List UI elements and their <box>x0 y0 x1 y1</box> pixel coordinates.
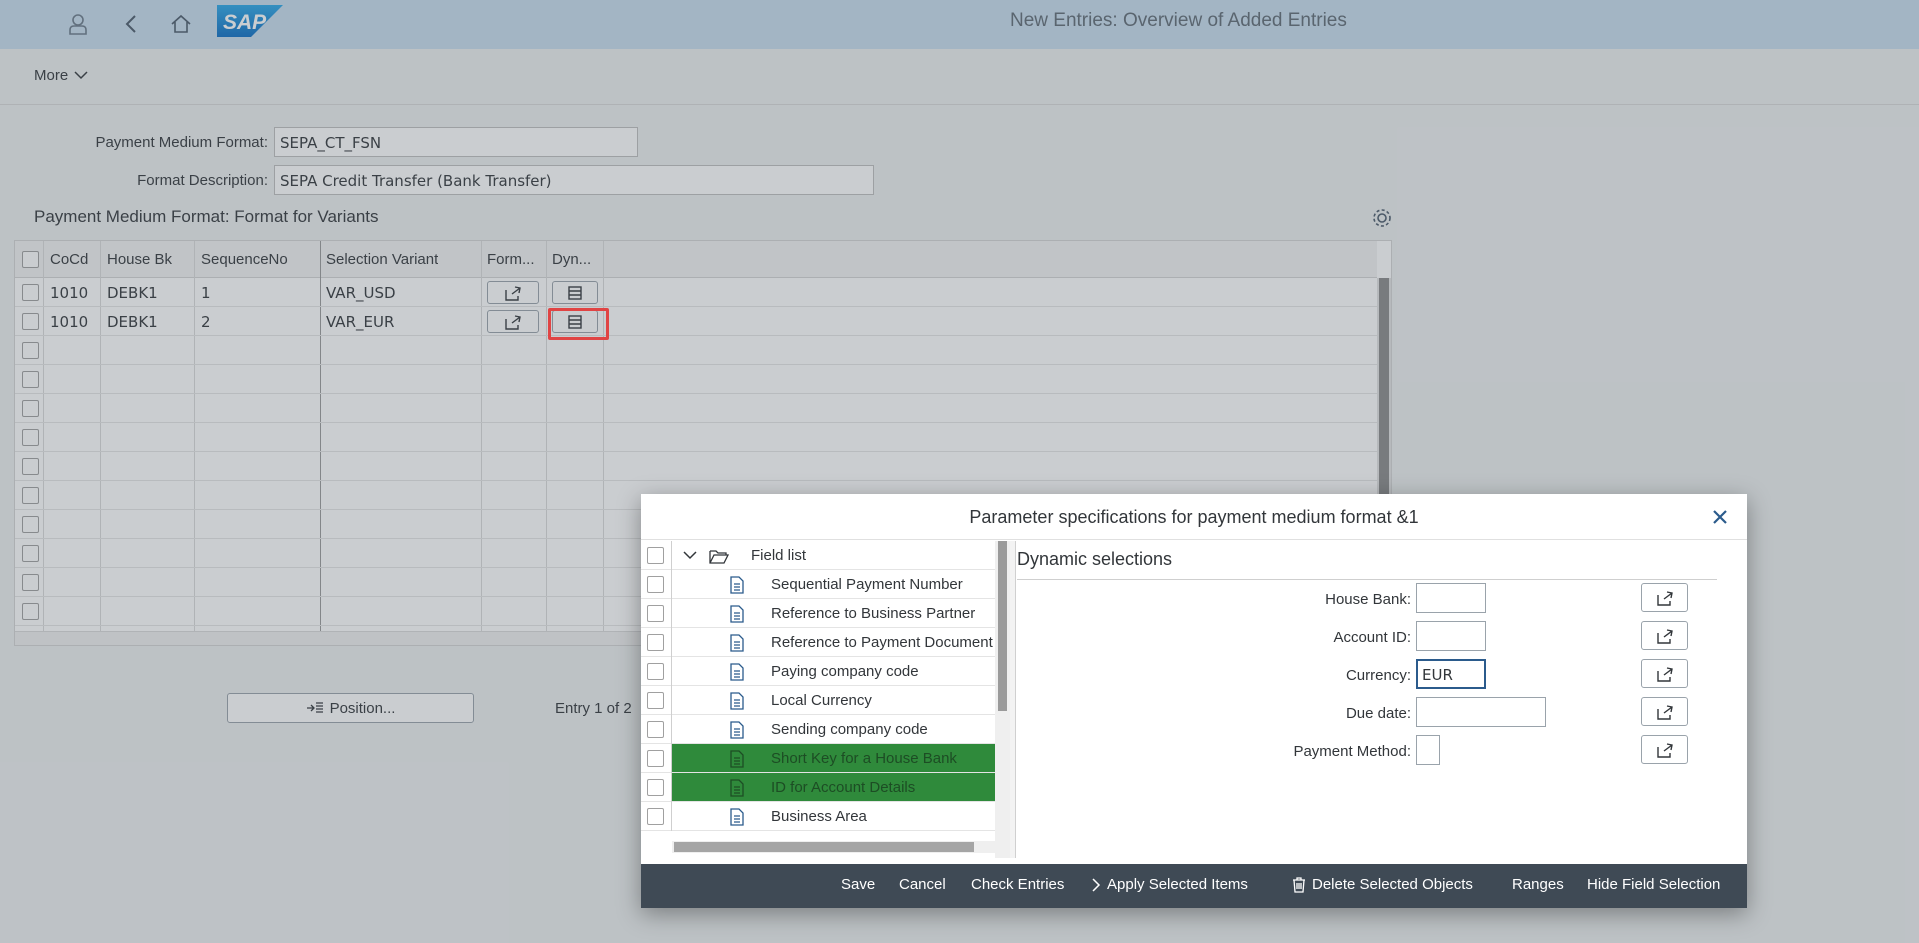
tree-checkbox[interactable] <box>647 663 664 680</box>
tree-item-label: Reference to Payment Document <box>771 634 993 651</box>
folder-open-icon <box>709 550 729 564</box>
currency-label: Currency: <box>1345 667 1411 684</box>
tree-root[interactable]: Field list <box>641 541 995 570</box>
tree-divider <box>671 628 672 657</box>
multiple-selection-button[interactable] <box>1641 735 1688 764</box>
multiple-selection-button[interactable] <box>1641 697 1688 726</box>
delete-label: Delete Selected Objects <box>1312 876 1473 893</box>
highlight-box <box>548 308 609 340</box>
field-tree: Field list Sequential Payment Number Ref… <box>641 541 1010 858</box>
tree-divider <box>671 715 672 744</box>
tree-divider <box>671 541 672 570</box>
document-icon <box>730 808 744 826</box>
delete-selected-button[interactable]: Delete Selected Objects <box>1292 876 1473 893</box>
tree-checkbox[interactable] <box>647 605 664 622</box>
hide-field-selection-button[interactable]: Hide Field Selection <box>1587 876 1720 893</box>
parameter-dialog: Parameter specifications for payment med… <box>641 494 1747 908</box>
tree-root-label: Field list <box>751 547 807 564</box>
multiple-selection-icon <box>1656 742 1673 758</box>
document-icon <box>730 721 744 739</box>
tree-vertical-scrollbar[interactable] <box>995 541 1010 858</box>
house-bank-input[interactable] <box>1416 583 1486 613</box>
document-icon <box>730 692 744 710</box>
tree-item-label: Sequential Payment Number <box>771 576 963 593</box>
tree-horizontal-scrollbar[interactable] <box>672 841 995 853</box>
save-button[interactable]: Save <box>841 876 875 893</box>
currency-input[interactable]: EUR <box>1416 659 1486 689</box>
tree-checkbox[interactable] <box>647 808 664 825</box>
document-icon <box>730 663 744 681</box>
tree-checkbox[interactable] <box>647 547 664 564</box>
pane-splitter[interactable] <box>1010 541 1016 858</box>
multiple-selection-button[interactable] <box>1641 583 1688 612</box>
multiple-selection-icon <box>1656 628 1673 644</box>
multiple-selection-button[interactable] <box>1641 621 1688 650</box>
check-label: Check Entries <box>971 876 1065 893</box>
tree-item-label: Paying company code <box>771 663 919 680</box>
tree-checkbox[interactable] <box>647 576 664 593</box>
due-date-label: Due date: <box>1345 705 1411 722</box>
multiple-selection-icon <box>1656 666 1673 682</box>
hide-label: Hide Field Selection <box>1587 876 1721 893</box>
chevron-right-icon <box>1092 877 1101 892</box>
dynamic-selections-title: Dynamic selections <box>1017 549 1173 569</box>
check-entries-button[interactable]: Check Entries <box>971 876 1064 893</box>
trash-icon <box>1293 876 1305 893</box>
tree-checkbox[interactable] <box>647 634 664 651</box>
cancel-label: Cancel <box>899 876 946 893</box>
scroll-thumb[interactable] <box>674 842 974 852</box>
document-icon <box>730 634 744 652</box>
tree-divider <box>671 570 672 599</box>
scroll-thumb[interactable] <box>998 541 1007 711</box>
close-icon[interactable] <box>1709 506 1731 528</box>
ranges-button[interactable]: Ranges <box>1512 876 1564 893</box>
tree-item-label: Sending company code <box>771 721 928 738</box>
multiple-selection-icon <box>1656 704 1673 720</box>
tree-item-selected[interactable]: Short Key for a House Bank <box>641 744 995 773</box>
tree-item[interactable]: Reference to Payment Document <box>641 628 995 657</box>
chevron-down-icon[interactable] <box>683 551 697 560</box>
tree-checkbox[interactable] <box>647 779 664 796</box>
apply-selected-button[interactable]: Apply Selected Items <box>1092 876 1248 893</box>
tree-divider <box>671 686 672 715</box>
cancel-button[interactable]: Cancel <box>899 876 946 893</box>
divider <box>1017 579 1717 580</box>
apply-label: Apply Selected Items <box>1107 876 1248 893</box>
tree-divider <box>671 599 672 628</box>
document-icon <box>730 779 744 797</box>
tree-item[interactable]: Business Area <box>641 802 995 831</box>
multiple-selection-button[interactable] <box>1641 659 1688 688</box>
house-bank-label: House Bank: <box>1325 591 1411 608</box>
tree-item-label: ID for Account Details <box>771 779 916 796</box>
document-icon <box>730 605 744 623</box>
tree-item[interactable]: Local Currency <box>641 686 995 715</box>
account-id-input[interactable] <box>1416 621 1486 651</box>
tree-item[interactable]: Sequential Payment Number <box>641 570 995 599</box>
dialog-footer: Save Cancel Check Entries Apply Selected… <box>641 864 1747 908</box>
multiple-selection-icon <box>1656 590 1673 606</box>
tree-item-label: Business Area <box>771 808 867 825</box>
tree-checkbox[interactable] <box>647 692 664 709</box>
tree-item-label: Reference to Business Partner <box>771 605 976 622</box>
ranges-label: Ranges <box>1512 876 1564 893</box>
tree-item-label: Short Key for a House Bank <box>771 750 957 767</box>
tree-item[interactable]: Reference to Business Partner <box>641 599 995 628</box>
save-label: Save <box>841 876 876 893</box>
tree-checkbox[interactable] <box>647 750 664 767</box>
dialog-title: Parameter specifications for payment med… <box>641 494 1747 540</box>
document-icon <box>730 576 744 594</box>
tree-item-label: Local Currency <box>771 692 872 709</box>
tree-item[interactable]: Sending company code <box>641 715 995 744</box>
account-id-label: Account ID: <box>1333 629 1411 646</box>
tree-item[interactable]: Paying company code <box>641 657 995 686</box>
tree-item-selected[interactable]: ID for Account Details <box>641 773 995 802</box>
document-icon <box>730 750 744 768</box>
tree-divider <box>671 802 672 831</box>
tree-checkbox[interactable] <box>647 721 664 738</box>
due-date-input[interactable] <box>1416 697 1546 727</box>
payment-method-input[interactable] <box>1416 735 1440 765</box>
tree-divider <box>671 657 672 686</box>
payment-method-label: Payment Method: <box>1293 743 1411 760</box>
